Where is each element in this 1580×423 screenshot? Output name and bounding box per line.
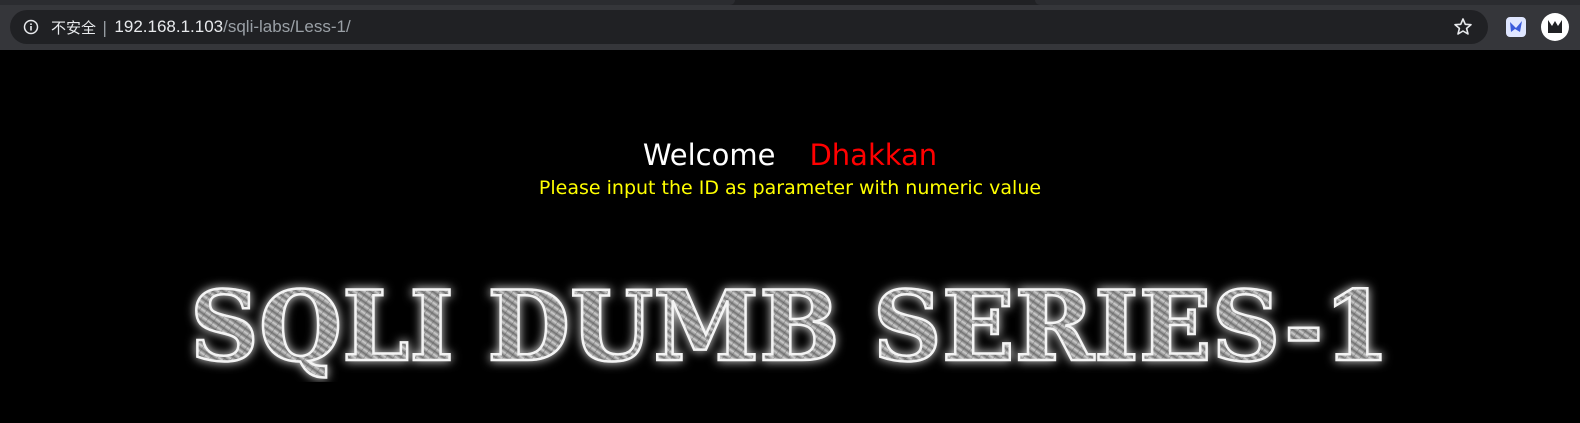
url-path[interactable]: /sqli-labs/Less-1/: [223, 17, 351, 37]
address-bar[interactable]: 不安全 | 192.168.1.103/sqli-labs/Less-1/: [10, 10, 1488, 44]
welcome-text: Welcome: [642, 138, 776, 172]
star-icon[interactable]: [1452, 16, 1474, 38]
banner-text: SQLI DUMB SERIES-1: [190, 272, 1390, 382]
tab-right[interactable]: [1035, 0, 1580, 5]
user-name-text: Dhakkan: [809, 138, 938, 172]
profile-extension-icon[interactable]: [1540, 12, 1570, 42]
tab-left[interactable]: [0, 0, 735, 5]
welcome-line: Welcome Dhakkan: [0, 138, 1580, 172]
browser-toolbar: 不安全 | 192.168.1.103/sqli-labs/Less-1/: [0, 0, 1580, 50]
info-icon[interactable]: [22, 18, 40, 36]
security-label[interactable]: 不安全: [51, 17, 96, 38]
url-separator: |: [102, 17, 108, 37]
url-host[interactable]: 192.168.1.103: [114, 17, 223, 37]
extension-icon[interactable]: [1506, 17, 1526, 37]
banner-image: SQLI DUMB SERIES-1: [160, 269, 1420, 385]
page-body: Welcome Dhakkan Please input the ID as pa…: [0, 50, 1580, 423]
instruction-text: Please input the ID as parameter with nu…: [538, 177, 1042, 199]
